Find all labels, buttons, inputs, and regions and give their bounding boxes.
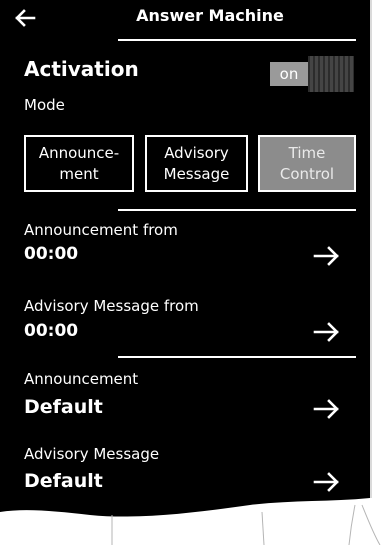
activation-toggle[interactable]: on: [270, 56, 356, 92]
arrow-right-icon[interactable]: [312, 321, 342, 343]
advisory-message-from-label: Advisory Message from: [24, 297, 199, 315]
mode-advisory-message-button[interactable]: Advisory Message: [145, 135, 248, 192]
arrow-right-icon[interactable]: [312, 245, 342, 267]
phone-screen: Answer Machine Activation on Mode Announ…: [0, 0, 384, 545]
announcement-from-label: Announcement from: [24, 221, 178, 239]
toggle-knob[interactable]: [308, 56, 354, 92]
advisory-message-label: Advisory Message: [24, 445, 160, 463]
arrow-left-icon: [15, 9, 36, 27]
toggle-state-label: on: [270, 62, 308, 86]
mode-divider: [118, 209, 356, 211]
arrow-right-icon[interactable]: [312, 398, 342, 420]
activation-label: Activation: [24, 57, 139, 81]
mode-label: Mode: [24, 96, 65, 114]
time-divider: [118, 356, 356, 358]
announcement-label: Announcement: [24, 370, 139, 388]
advisory-message-from-value: 00:00: [24, 321, 79, 341]
announcement-value: Default: [24, 396, 103, 418]
page-title: Answer Machine: [136, 6, 284, 25]
back-button[interactable]: [8, 4, 42, 32]
advisory-message-value: Default: [24, 470, 103, 492]
header-divider: [118, 39, 356, 41]
arrow-right-icon[interactable]: [312, 471, 342, 493]
mode-announcement-button[interactable]: Announce- ment: [24, 135, 134, 192]
mode-time-control-button[interactable]: Time Control: [258, 135, 356, 192]
announcement-from-value: 00:00: [24, 244, 79, 264]
